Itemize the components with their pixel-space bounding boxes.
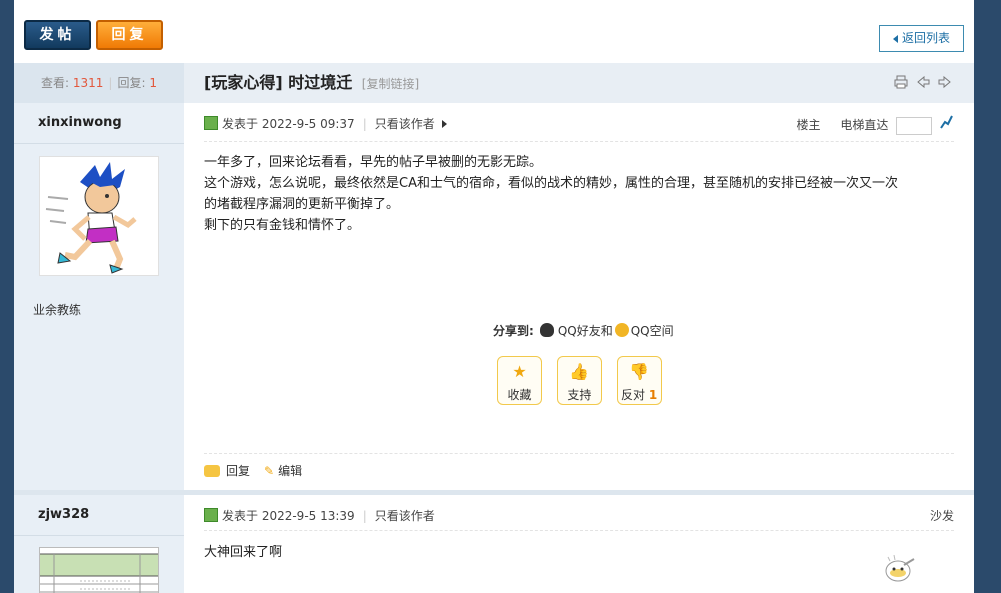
post-date: 发表于 2022-9-5 13:39 — [222, 509, 355, 523]
prev-thread-icon[interactable] — [916, 75, 930, 89]
share-qq-link[interactable]: QQ好友和 — [558, 324, 613, 338]
floor-info: 楼主 电梯直达 — [796, 115, 954, 135]
content-line: 一年多了，回来论坛看看，早先的帖子早被删的无影无踪。 — [204, 155, 543, 170]
qq-icon[interactable] — [539, 323, 554, 337]
content-line: 的堵截程序漏洞的更新平衡掉了。 — [204, 197, 400, 212]
next-thread-icon[interactable] — [938, 75, 952, 89]
footer-reply-link[interactable]: 回复 — [226, 464, 250, 478]
go-floor-icon[interactable] — [940, 115, 954, 132]
avatar[interactable] — [39, 156, 159, 276]
support-label: 支持 — [567, 388, 592, 402]
divider — [14, 143, 184, 144]
thread-header: 查看: 1311 | 回复: 1 [玩家心得] 时过境迁 [复制链接] — [14, 63, 974, 103]
post-meta: 发表于 2022-9-5 09:37 | 只看该作者 — [204, 115, 447, 133]
play-arrow-icon[interactable] — [441, 120, 447, 128]
favorite-label: 收藏 — [507, 388, 532, 402]
divider — [204, 530, 954, 531]
floor-label: 楼主 — [796, 118, 821, 132]
meta-divider: | — [362, 509, 367, 523]
replies-label: 回复: — [117, 76, 146, 90]
divider — [204, 453, 954, 454]
post-content: 一年多了，回来论坛看看，早先的帖子早被删的无影无踪。 这个游戏，怎么说呢，最终依… — [204, 152, 954, 236]
mascot-icon — [884, 554, 916, 583]
thread-title-text: [玩家心得] 时过境迁 — [204, 73, 353, 92]
content-line: 这个游戏，怎么说呢，最终依然是CA和士气的宿命，看似的战术的精妙，属性的合理，甚… — [204, 176, 898, 191]
thumbs-down-icon: 👎 — [629, 362, 650, 381]
views-label: 查看: — [41, 76, 70, 90]
stats-divider: | — [108, 76, 113, 90]
only-author-link[interactable]: 只看该作者 — [375, 117, 435, 131]
reply-icon[interactable] — [204, 465, 220, 477]
pencil-icon[interactable]: ✎ — [264, 464, 274, 478]
elevator-label: 电梯直达 — [840, 118, 889, 132]
post-body: 发表于 2022-9-5 09:37 | 只看该作者 楼主 电梯直达 一年多了，回来… — [184, 103, 974, 490]
star-icon: ★ — [512, 362, 527, 381]
back-to-list-button[interactable]: 返回列表 — [879, 25, 964, 52]
post-date: 发表于 2022-9-5 09:37 — [222, 117, 355, 131]
favorite-button[interactable]: ★ 收藏 — [497, 356, 542, 405]
page: 发帖 回复 返回列表 查看: 1311 | 回复: 1 [玩家心得] 时过境迁 [复… — [14, 0, 974, 593]
thread-stats: 查看: 1311 | 回复: 1 — [14, 63, 184, 103]
oppose-button[interactable]: 👎 反对 1 — [616, 356, 662, 405]
divider — [204, 141, 954, 142]
qzone-icon[interactable] — [614, 323, 629, 337]
back-arrow-icon — [892, 34, 898, 43]
new-post-button[interactable]: 发帖 — [24, 20, 91, 50]
oppose-count: 1 — [648, 388, 658, 402]
floor-jump-input[interactable] — [896, 116, 933, 135]
share-qzone-link[interactable]: QQ空间 — [631, 324, 674, 338]
support-button[interactable]: 👍 支持 — [556, 356, 602, 405]
printer-icon[interactable] — [894, 75, 908, 89]
reply-button[interactable]: 回复 — [96, 20, 163, 50]
meta-divider: | — [362, 117, 367, 131]
author-name[interactable]: xinxinwong — [38, 115, 122, 130]
back-to-list-label: 返回列表 — [901, 31, 950, 45]
divider — [14, 535, 184, 536]
only-author-link[interactable]: 只看该作者 — [375, 509, 435, 523]
floor-info: 沙发 — [930, 507, 954, 525]
online-status-icon — [204, 508, 218, 522]
top-toolbar: 发帖 回复 返回列表 — [14, 0, 974, 62]
post-footer: 回复 ✎ 编辑 — [204, 462, 302, 479]
views-count: 1311 — [72, 76, 104, 90]
footer-edit-link[interactable]: 编辑 — [278, 464, 302, 478]
author-name[interactable]: zjw328 — [38, 507, 89, 522]
copy-link[interactable]: [复制链接] — [362, 77, 419, 91]
content-line: 剩下的只有金钱和情怀了。 — [204, 218, 361, 233]
author-rank: 业余教练 — [33, 303, 82, 317]
share-bar: 分享到: QQ好友和 QQ空间 — [493, 322, 674, 339]
online-status-icon — [204, 116, 218, 130]
post-author-panel: xinxinwong 业余教练 — [14, 103, 184, 490]
post-author-panel: zjw328 — [14, 495, 184, 593]
post-content: 大神回来了啊 — [204, 545, 283, 560]
post-body: 发表于 2022-9-5 13:39 | 只看该作者 沙发 大神回来了啊 — [184, 495, 974, 593]
post-actions: ★ 收藏 👍 支持 👎 反对 1 — [497, 356, 673, 405]
thread-title: [玩家心得] 时过境迁 [复制链接] — [204, 63, 419, 103]
post-meta: 发表于 2022-9-5 13:39 | 只看该作者 — [204, 507, 435, 525]
avatar[interactable] — [39, 547, 159, 593]
share-label: 分享到: — [493, 324, 534, 338]
thumbs-up-icon: 👍 — [569, 362, 590, 381]
replies-count: 1 — [149, 76, 157, 90]
oppose-label: 反对 — [621, 388, 646, 402]
floor-label: 沙发 — [929, 509, 954, 523]
thread-header-icons — [890, 75, 952, 92]
